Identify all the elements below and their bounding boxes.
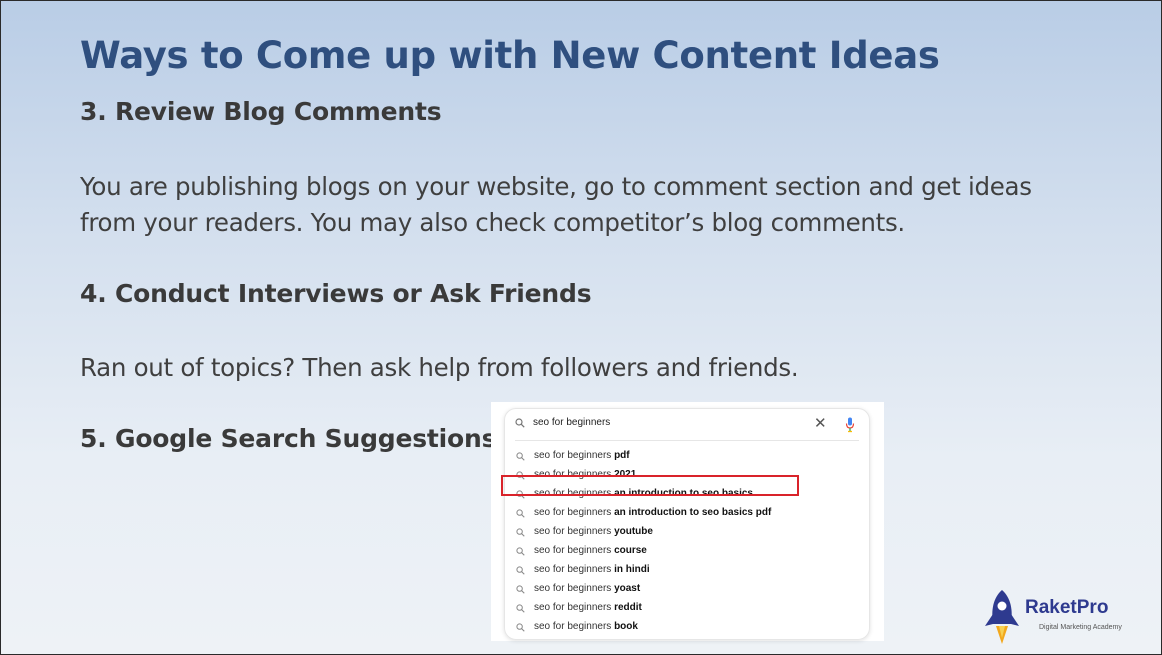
suggestion-completion: course [614,545,647,556]
suggestion-item[interactable]: seo for beginners book [505,618,869,637]
suggestion-item[interactable]: seo for beginners youtube [505,523,869,542]
suggestion-text: seo for beginners yoast [534,583,640,594]
section-body-blog-comments: You are publishing blogs on your website… [80,172,1032,237]
suggestion-text: seo for beginners pdf [534,450,630,461]
raketpro-logo: RaketPro Digital Marketing Academy [983,588,1153,648]
suggestion-item[interactable]: seo for beginners in hindi [505,561,869,580]
suggestion-completion: yoast [614,583,641,594]
suggestion-completion: pdf [614,450,630,461]
section-heading-interviews: 4. Conduct Interviews or Ask Friends [80,279,592,308]
search-box-panel: seo for beginners ✕ seo for beginners pd… [504,408,870,640]
search-icon [516,623,525,632]
slide-title: Ways to Come up with New Content Ideas [80,34,940,77]
suggestion-prefix: seo for beginners [534,583,612,594]
suggestion-item[interactable]: seo for beginners yoast [505,580,869,599]
search-icon [516,452,525,461]
search-icon [516,566,525,575]
suggestion-completion: youtube [614,526,653,537]
suggestion-completion: in hindi [614,564,650,575]
suggestion-text: seo for beginners course [534,545,647,556]
suggestion-text: seo for beginners an introduction to seo… [534,507,771,518]
search-icon [516,528,525,537]
rocket-icon [985,590,1019,644]
suggestion-item[interactable]: seo for beginners an introduction to seo… [505,504,869,523]
suggestion-completion: book [614,621,638,632]
search-divider [515,440,859,441]
search-suggestions-screenshot: seo for beginners ✕ seo for beginners pd… [491,402,884,641]
section-body-interviews: Ran out of topics? Then ask help from fo… [80,353,799,382]
suggestion-prefix: seo for beginners [534,526,612,537]
suggestion-completion: reddit [614,602,642,613]
search-icon [516,509,525,518]
microphone-icon[interactable] [845,417,855,433]
suggestion-text: seo for beginners in hindi [534,564,650,575]
suggestion-prefix: seo for beginners [534,450,612,461]
search-icon [516,604,525,613]
suggestion-prefix: seo for beginners [534,507,612,518]
suggestion-prefix: seo for beginners [534,545,612,556]
suggestion-text: seo for beginners book [534,621,638,632]
suggestion-prefix: seo for beginners [534,621,612,632]
search-bar[interactable]: seo for beginners ✕ [505,409,869,439]
suggestion-text: seo for beginners reddit [534,602,642,613]
logo-tagline: Digital Marketing Academy [1039,624,1122,631]
search-icon [515,418,525,428]
suggestion-item[interactable]: seo for beginners reddit [505,599,869,618]
suggestion-item[interactable]: seo for beginners course [505,542,869,561]
logo-name: RaketPro [1025,597,1109,618]
highlight-box [501,475,799,496]
suggestion-item[interactable]: seo for beginners pdf [505,447,869,466]
clear-icon[interactable]: ✕ [814,414,827,432]
suggestion-prefix: seo for beginners [534,564,612,575]
suggestion-prefix: seo for beginners [534,602,612,613]
suggestion-text: seo for beginners youtube [534,526,653,537]
search-input[interactable]: seo for beginners [533,417,610,428]
search-icon [516,585,525,594]
section-heading-google-suggestions: 5. Google Search Suggestions [80,424,497,453]
section-heading-blog-comments: 3. Review Blog Comments [80,97,442,126]
search-icon [516,547,525,556]
suggestion-completion: an introduction to seo basics pdf [614,507,772,518]
